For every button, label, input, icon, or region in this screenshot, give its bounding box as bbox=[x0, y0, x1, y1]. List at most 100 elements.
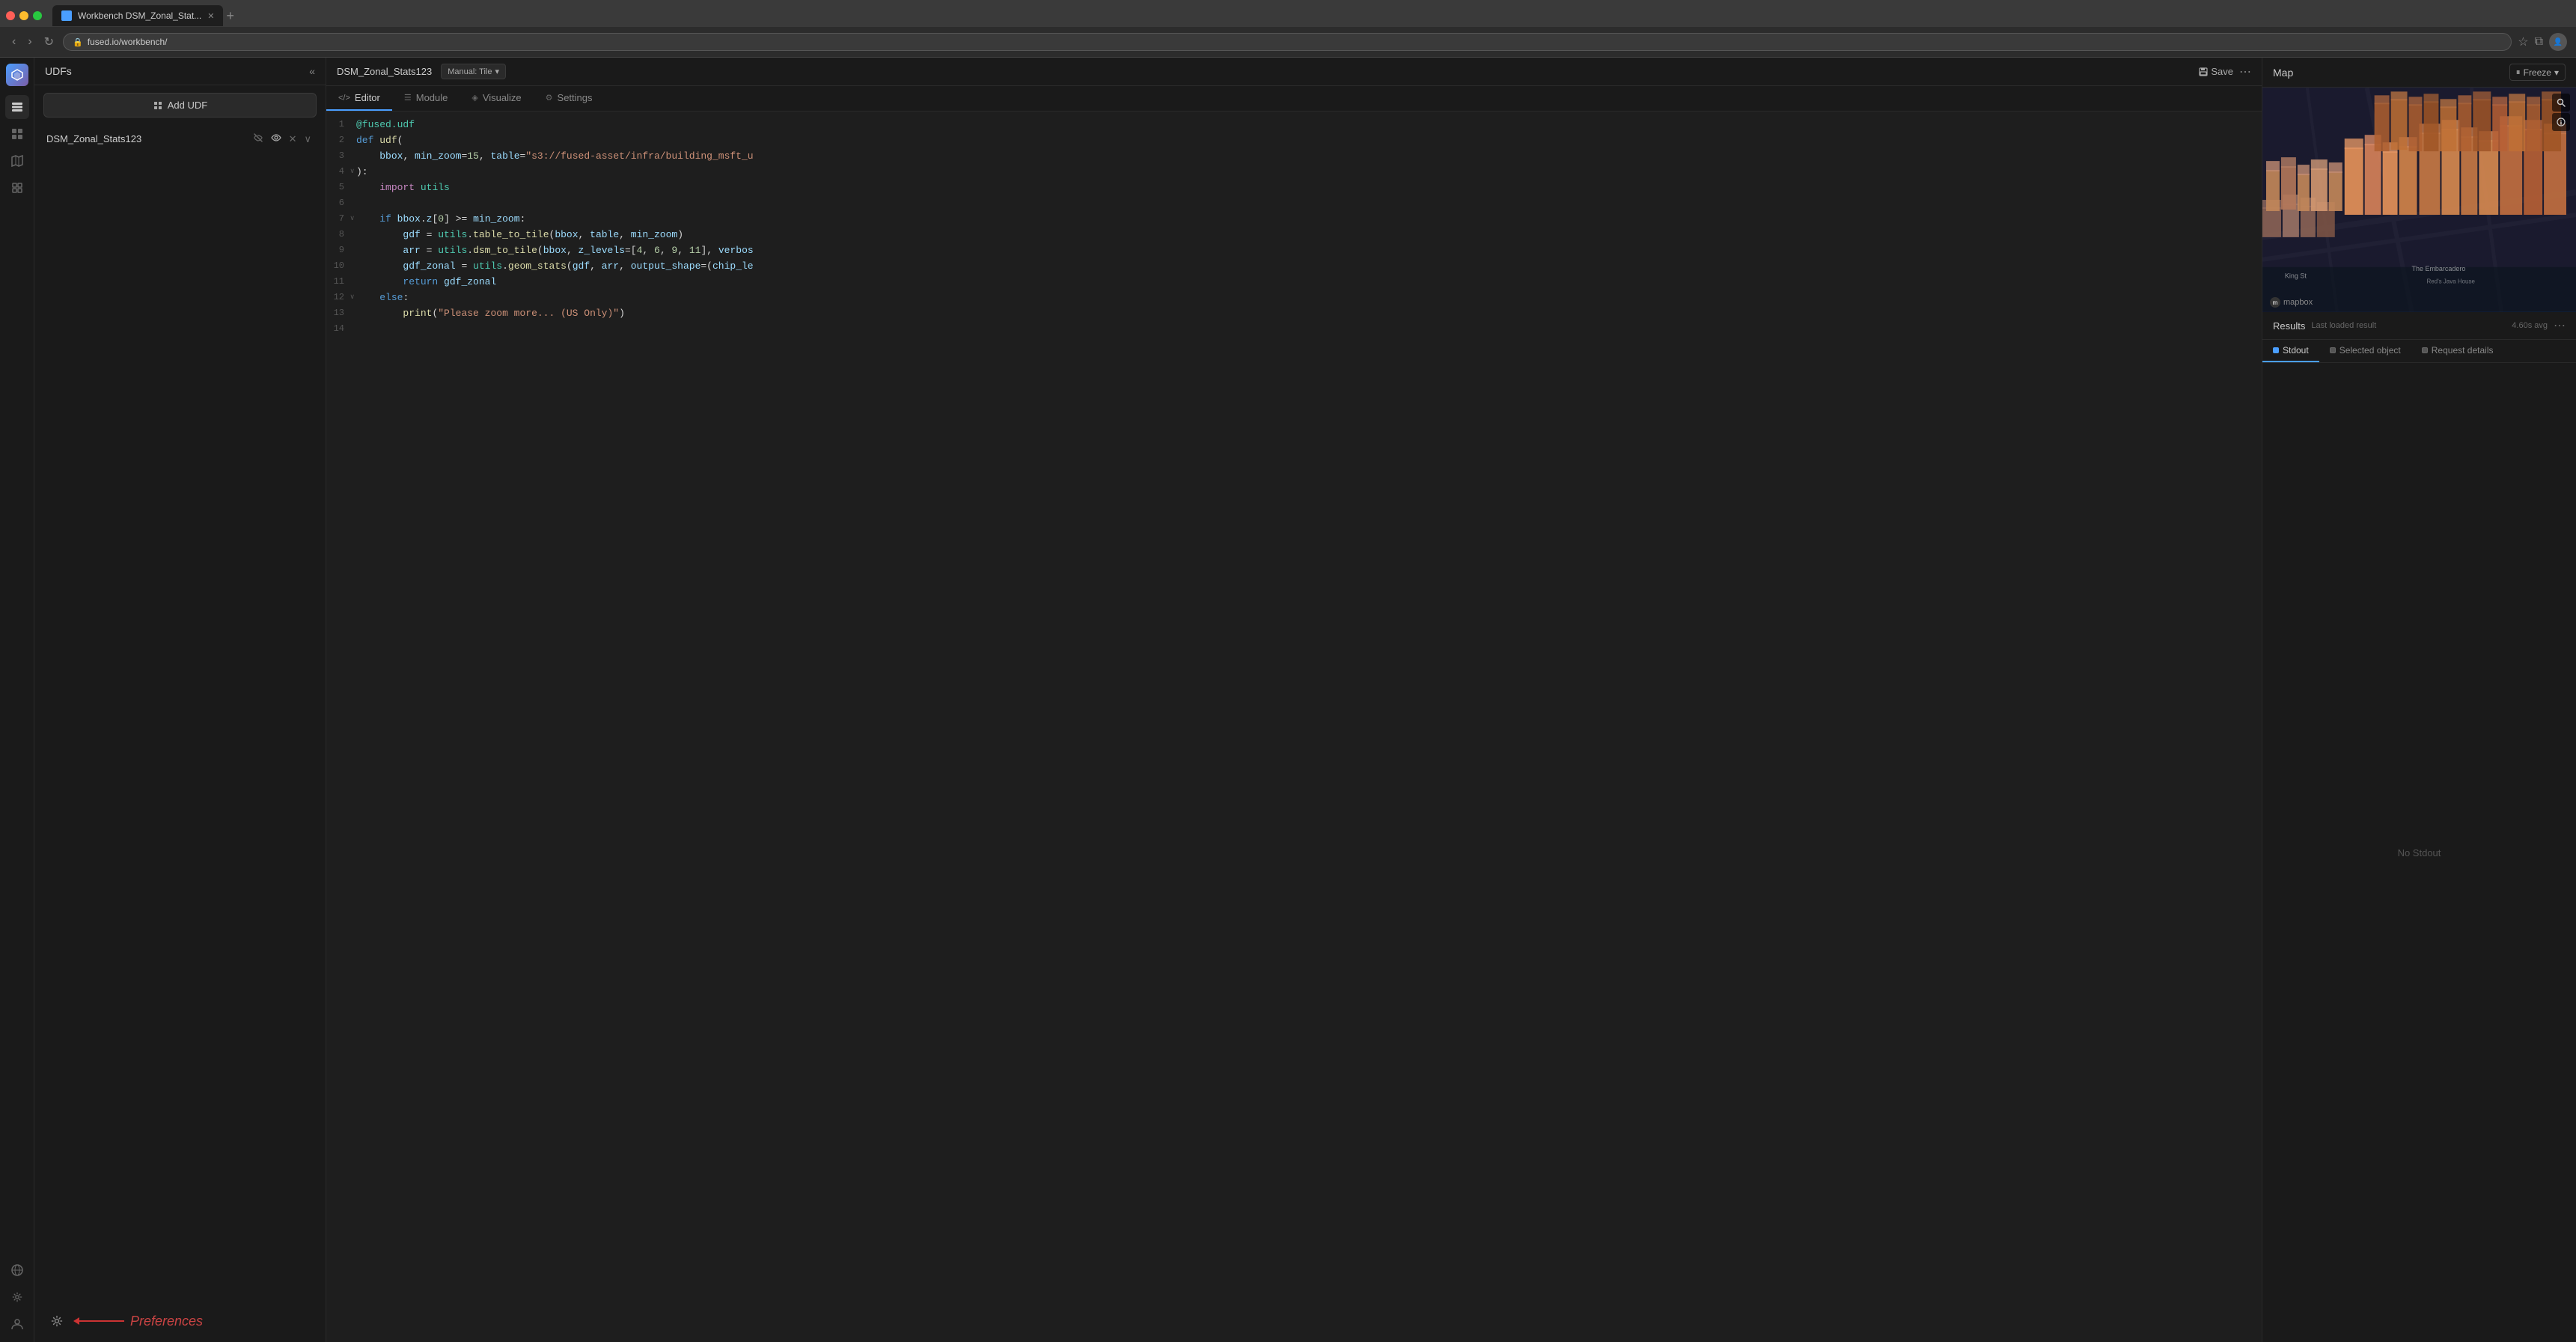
data-icon bbox=[10, 127, 24, 141]
tab-visualize-label: Visualize bbox=[483, 92, 522, 103]
freeze-button[interactable]: ⏸ Freeze ▾ bbox=[2509, 64, 2566, 81]
results-more-button[interactable]: ⋯ bbox=[2554, 318, 2566, 333]
svg-text:King St: King St bbox=[2285, 272, 2307, 280]
arrow-line bbox=[79, 1320, 124, 1322]
map-actions: ⏸ Freeze ▾ bbox=[2509, 64, 2566, 81]
code-line-1: 1 @fused.udf bbox=[326, 118, 2262, 133]
info-icon bbox=[2557, 118, 2566, 126]
selected-object-tab-label: Selected object bbox=[2340, 345, 2401, 356]
udfs-collapse-button[interactable]: « bbox=[309, 65, 315, 77]
udf-list-item[interactable]: DSM_Zonal_Stats123 ✕ ∨ bbox=[37, 125, 323, 153]
line-content-12: else: bbox=[356, 290, 2262, 306]
line-number-12: 12∨ bbox=[326, 290, 356, 306]
close-window-button[interactable] bbox=[6, 11, 15, 20]
arrow-head-icon bbox=[73, 1317, 79, 1325]
execution-mode-selector[interactable]: Manual: Tile ▾ bbox=[441, 64, 506, 79]
tab-editor-label: Editor bbox=[355, 92, 380, 103]
results-tab-request-details[interactable]: Request details bbox=[2411, 340, 2504, 362]
line-content-6 bbox=[356, 196, 2262, 212]
results-title: Results bbox=[2273, 320, 2305, 332]
preferences-gear-icon[interactable] bbox=[46, 1311, 67, 1332]
tab-visualize[interactable]: ◈ Visualize bbox=[460, 86, 533, 111]
results-tab-selected-object[interactable]: Selected object bbox=[2319, 340, 2411, 362]
preferences-section: Preferences bbox=[34, 1300, 326, 1342]
add-udf-label: Add UDF bbox=[168, 100, 207, 111]
sidebar-item-map[interactable] bbox=[5, 149, 29, 173]
gear-icon bbox=[51, 1315, 63, 1327]
app-logo[interactable] bbox=[6, 64, 28, 86]
eye-slash-icon bbox=[253, 132, 263, 143]
udf-item-name: DSM_Zonal_Stats123 bbox=[46, 133, 245, 144]
address-lock-icon: 🔒 bbox=[73, 37, 83, 47]
code-line-8: 8 gdf = utils.table_to_tile(bbox, table,… bbox=[326, 228, 2262, 243]
bookmark-button[interactable]: ☆ bbox=[2518, 34, 2528, 49]
tab-settings[interactable]: ⚙ Settings bbox=[534, 86, 605, 111]
line-content-3: bbox, min_zoom=15, table="s3://fused-ass… bbox=[356, 149, 2262, 165]
map-search-button[interactable] bbox=[2552, 94, 2570, 112]
results-panel: Results Last loaded result 4.60s avg ⋯ S… bbox=[2262, 312, 2576, 1342]
udfs-title: UDFs bbox=[45, 65, 72, 77]
tab-title: Workbench DSM_Zonal_Stat... bbox=[78, 10, 201, 21]
map-controls bbox=[2552, 94, 2570, 131]
editor-filename: DSM_Zonal_Stats123 bbox=[337, 66, 432, 77]
tab-module[interactable]: ☰ Module bbox=[392, 86, 460, 111]
more-options-button[interactable]: ⋯ bbox=[2239, 64, 2251, 79]
code-line-9: 9 arr = utils.dsm_to_tile(bbox, z_levels… bbox=[326, 243, 2262, 259]
udf-close-button[interactable]: ✕ bbox=[287, 132, 299, 147]
extensions-button[interactable]: ⧉ bbox=[2535, 35, 2543, 49]
editor-panel: DSM_Zonal_Stats123 Manual: Tile ▾ Save ⋯ bbox=[326, 58, 2262, 1342]
map-container[interactable]: King St The Embarcadero Red's Java House bbox=[2262, 88, 2576, 312]
sidebar-item-globe[interactable] bbox=[5, 1258, 29, 1282]
code-line-14: 14 bbox=[326, 322, 2262, 338]
tab-favicon bbox=[61, 10, 72, 21]
address-bar[interactable]: 🔒 fused.io/workbench/ bbox=[63, 33, 2512, 51]
forward-button[interactable]: › bbox=[25, 34, 34, 50]
active-tab[interactable]: Workbench DSM_Zonal_Stat... ✕ bbox=[52, 5, 223, 26]
freeze-label: Freeze bbox=[2524, 67, 2551, 78]
line-content-11: return gdf_zonal bbox=[356, 275, 2262, 290]
tab-editor[interactable]: </> Editor bbox=[326, 86, 392, 111]
preferences-arrow-annotation bbox=[73, 1317, 124, 1325]
tab-module-label: Module bbox=[416, 92, 448, 103]
buildings-visualization: King St The Embarcadero Red's Java House bbox=[2262, 88, 2576, 312]
mapbox-logo-icon: m bbox=[2270, 297, 2280, 308]
reload-button[interactable]: ↻ bbox=[41, 33, 57, 51]
code-line-13: 13 print("Please zoom more... (US Only)"… bbox=[326, 306, 2262, 322]
udf-eye-slash-button[interactable] bbox=[251, 131, 266, 147]
line-number-4: 4∨ bbox=[326, 165, 356, 180]
sidebar-item-tools[interactable] bbox=[5, 176, 29, 200]
tab-settings-icon: ⚙ bbox=[546, 93, 553, 103]
add-udf-button[interactable]: Add UDF bbox=[43, 93, 317, 118]
app-layout: UDFs « Add UDF DSM_Zonal_Stats123 bbox=[0, 58, 2576, 1342]
gear-icon bbox=[12, 1292, 22, 1302]
maximize-window-button[interactable] bbox=[33, 11, 42, 20]
udf-eye-button[interactable] bbox=[269, 131, 284, 147]
logo-icon bbox=[10, 68, 24, 82]
map-info-button[interactable] bbox=[2552, 113, 2570, 131]
new-tab-button[interactable]: + bbox=[226, 9, 234, 22]
mapbox-attribution: m mapbox bbox=[2270, 297, 2313, 308]
profile-avatar[interactable]: 👤 bbox=[2549, 33, 2567, 51]
tab-close-button[interactable]: ✕ bbox=[207, 11, 214, 21]
minimize-window-button[interactable] bbox=[19, 11, 28, 20]
no-stdout-message: No Stdout bbox=[2398, 847, 2441, 858]
code-line-3: 3 bbox, min_zoom=15, table="s3://fused-a… bbox=[326, 149, 2262, 165]
line-number-11: 11 bbox=[326, 275, 356, 290]
line-number-2: 2 bbox=[326, 133, 356, 149]
sidebar-item-user[interactable] bbox=[5, 1312, 29, 1336]
code-line-10: 10 gdf_zonal = utils.geom_stats(gdf, arr… bbox=[326, 259, 2262, 275]
code-line-4: 4∨ ): bbox=[326, 165, 2262, 180]
tools-icon bbox=[10, 181, 24, 195]
back-button[interactable]: ‹ bbox=[9, 34, 19, 50]
save-button[interactable]: Save bbox=[2199, 66, 2233, 77]
results-tab-stdout[interactable]: Stdout bbox=[2262, 340, 2319, 362]
request-details-indicator bbox=[2422, 347, 2428, 353]
sidebar-item-settings[interactable] bbox=[5, 1285, 29, 1309]
sidebar-item-layers[interactable] bbox=[5, 95, 29, 119]
tab-settings-label: Settings bbox=[558, 92, 593, 103]
pause-icon: ⏸ bbox=[2516, 67, 2521, 78]
udf-expand-button[interactable]: ∨ bbox=[302, 132, 314, 147]
code-editor[interactable]: 1 @fused.udf 2 def udf( 3 bbox, min_zoom… bbox=[326, 112, 2262, 1342]
results-content: No Stdout bbox=[2262, 363, 2576, 1342]
sidebar-item-data[interactable] bbox=[5, 122, 29, 146]
